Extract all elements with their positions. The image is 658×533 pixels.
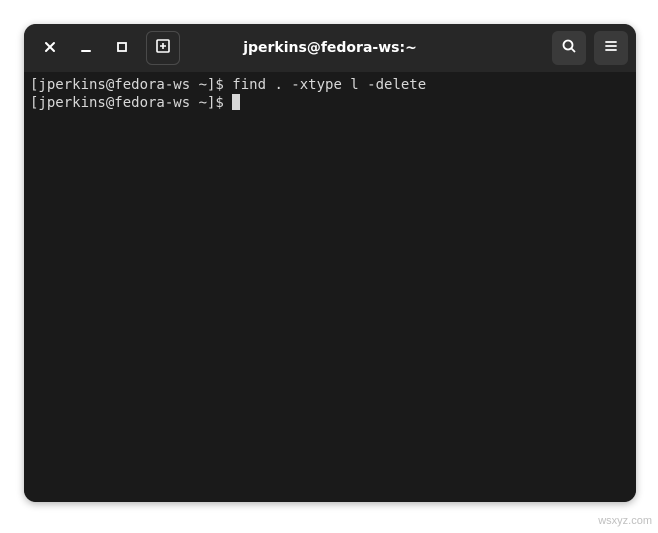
minimize-icon — [79, 39, 93, 58]
titlebar: jperkins@fedora-ws:~ — [24, 24, 636, 72]
terminal-body[interactable]: [jperkins@fedora-ws ~]$ find . -xtype l … — [24, 72, 636, 502]
search-button[interactable] — [552, 31, 586, 65]
prompt: [jperkins@fedora-ws ~]$ — [30, 77, 232, 93]
close-button[interactable] — [32, 32, 68, 64]
hamburger-icon — [603, 38, 619, 58]
prompt: [jperkins@fedora-ws ~]$ — [30, 95, 232, 111]
titlebar-left-controls — [32, 31, 180, 65]
terminal-line: [jperkins@fedora-ws ~]$ — [30, 94, 630, 112]
close-icon — [43, 39, 57, 58]
new-tab-icon — [155, 38, 171, 58]
new-tab-button[interactable] — [146, 31, 180, 65]
watermark: wsxyz.com — [598, 515, 652, 527]
maximize-button[interactable] — [104, 32, 140, 64]
maximize-icon — [115, 39, 129, 58]
window-title: jperkins@fedora-ws:~ — [243, 40, 417, 56]
titlebar-right-controls — [552, 31, 628, 65]
cursor — [232, 94, 240, 110]
terminal-window: jperkins@fedora-ws:~ — [24, 24, 636, 502]
minimize-button[interactable] — [68, 32, 104, 64]
command-text: find . -xtype l -delete — [232, 77, 426, 93]
search-icon — [561, 38, 577, 58]
terminal-line: [jperkins@fedora-ws ~]$ find . -xtype l … — [30, 76, 630, 94]
menu-button[interactable] — [594, 31, 628, 65]
